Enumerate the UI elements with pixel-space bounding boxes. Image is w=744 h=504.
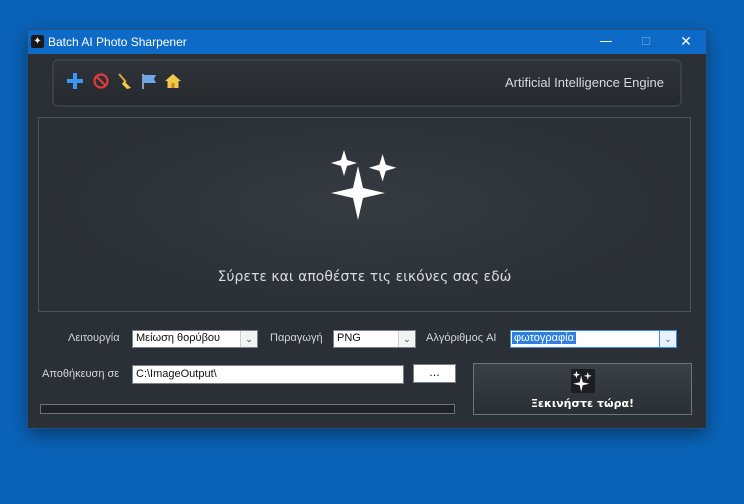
home-icon[interactable] (164, 72, 182, 90)
minimize-button[interactable]: — (586, 30, 626, 54)
sparkles-icon (571, 369, 595, 393)
chevron-down-icon[interactable]: ⌄ (240, 331, 257, 347)
algorithm-label: Αλγόριθμος AI (426, 332, 497, 344)
algorithm-select[interactable]: φωτογραφία ⌄ (510, 330, 677, 348)
folder-flag-icon[interactable] (140, 72, 158, 90)
mode-label: Λειτουργία (68, 332, 120, 344)
save-label: Αποθήκευση σε (42, 368, 120, 380)
chevron-down-icon[interactable]: ⌄ (659, 330, 677, 348)
chevron-down-icon[interactable]: ⌄ (398, 331, 415, 347)
drop-zone[interactable]: Σύρετε και αποθέστε τις εικόνες σας εδώ (38, 117, 691, 312)
output-select[interactable]: PNG ⌄ (333, 330, 416, 348)
output-value: PNG (337, 332, 361, 344)
close-button[interactable]: ✕ (666, 30, 706, 54)
output-folder-value: C:\ImageOutput\ (136, 368, 217, 380)
window-title: Batch AI Photo Sharpener (48, 35, 187, 49)
clear-broom-icon[interactable] (116, 72, 134, 90)
maximize-button[interactable]: ☐ (626, 30, 666, 54)
app-icon: ✦ (31, 35, 44, 48)
progress-bar (40, 404, 455, 414)
drop-instructions: Σύρετε και αποθέστε τις εικόνες σας εδώ (217, 269, 512, 285)
mode-select[interactable]: Μείωση θορύβου ⌄ (132, 330, 258, 348)
start-button-label: Ξεκινήστε τώρα! (530, 397, 635, 410)
engine-label: Artificial Intelligence Engine (505, 75, 664, 90)
start-button[interactable]: Ξεκινήστε τώρα! (473, 363, 692, 415)
app-window: ✦ Batch AI Photo Sharpener — ☐ ✕ Artific… (28, 30, 706, 428)
output-folder-field[interactable]: C:\ImageOutput\ (132, 365, 404, 384)
add-icon[interactable] (66, 72, 84, 90)
algorithm-value: φωτογραφία (512, 332, 576, 344)
browse-button[interactable]: ... (413, 364, 456, 383)
toolbar: Artificial Intelligence Engine (54, 61, 680, 105)
title-bar[interactable]: ✦ Batch AI Photo Sharpener — ☐ ✕ (28, 30, 706, 54)
mode-value: Μείωση θορύβου (136, 332, 221, 344)
sparkles-icon (331, 150, 397, 220)
output-label: Παραγωγή (270, 332, 323, 344)
remove-icon[interactable] (92, 72, 110, 90)
